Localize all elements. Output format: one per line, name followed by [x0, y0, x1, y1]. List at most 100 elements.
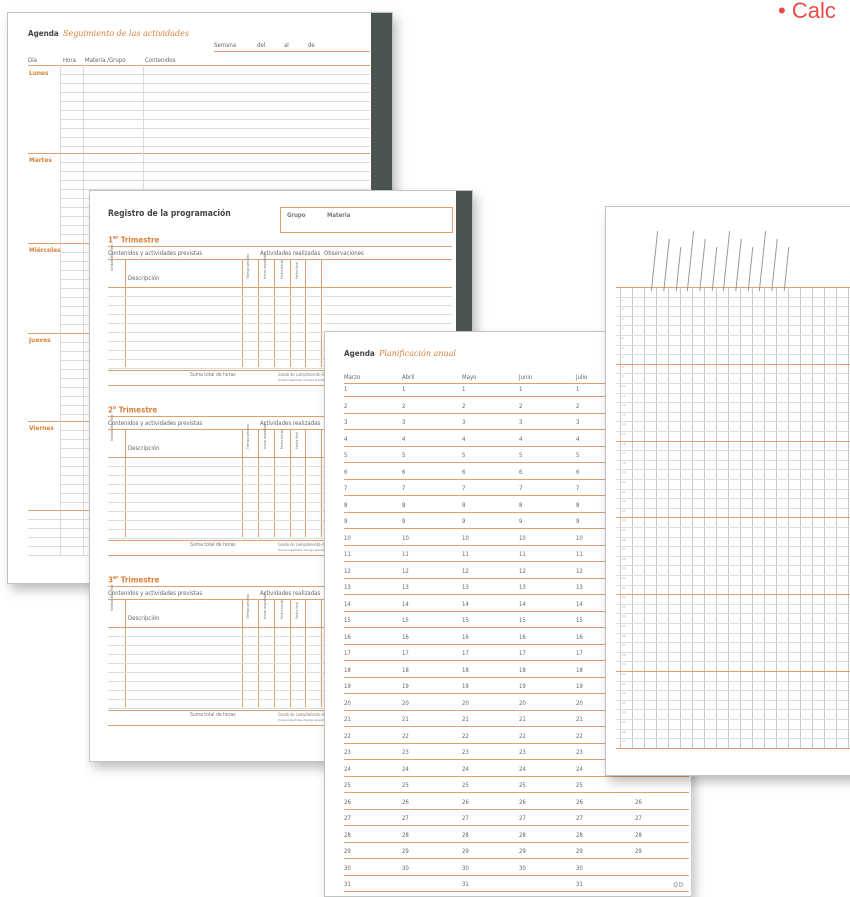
rule-line [616, 690, 850, 692]
col-dia: Día [28, 57, 37, 64]
rule-line [699, 239, 706, 291]
tiempo-label: Tiempo previsto [246, 423, 250, 449]
day-cell: 17 [344, 650, 351, 657]
rule-line [616, 421, 850, 423]
rule-line [616, 431, 850, 432]
rule-line [616, 575, 850, 576]
head-actividades: Actividades realizadas [260, 250, 321, 257]
rule-line [735, 239, 742, 291]
row-number: 12 [622, 403, 626, 408]
day-cell: 15 [576, 617, 583, 624]
row-number: 15 [622, 432, 626, 436]
day-cell: 24 [402, 765, 409, 773]
day-cell: 2 [519, 402, 523, 410]
day-cell: 2 [402, 402, 406, 410]
day-viernes: Viernes [29, 424, 54, 432]
rule-line [616, 479, 850, 480]
fecha-final-label: Fecha final [295, 602, 299, 619]
day-cell: 1 [462, 386, 466, 393]
row-number: 38 [622, 652, 626, 657]
day-cell: 11 [344, 551, 351, 558]
rule-line [616, 344, 850, 346]
row-number: 7 [622, 355, 624, 360]
day-cell: 28 [519, 831, 526, 839]
rule-line [616, 584, 850, 586]
row-number: 39 [622, 662, 626, 667]
rule-line [616, 498, 850, 500]
rule-line [616, 594, 850, 596]
rule-line [60, 119, 370, 120]
day-cell: 10 [344, 534, 351, 542]
col-hora: Hora [63, 57, 76, 64]
rule-line [616, 440, 850, 442]
day-cell: 10 [519, 534, 526, 542]
rule-line [616, 459, 850, 461]
rule-line [616, 354, 850, 356]
day-cell: 21 [344, 716, 351, 723]
month-abril: Abril [402, 374, 415, 381]
week-del-label: del [257, 42, 266, 49]
day-cell: 14 [402, 600, 409, 608]
day-cell: 24 [576, 765, 583, 773]
day-cell: 20 [519, 699, 526, 707]
day-cell: 14 [462, 600, 469, 608]
rule-line [108, 296, 452, 297]
rule-line [616, 613, 850, 615]
fecha-inicio-label: Fecha inicial [280, 429, 284, 449]
row-number: 3 [622, 316, 624, 321]
grupo-label: Grupo [287, 212, 306, 219]
grado-sub-label: (horas impartidas / tiempo previsto) [278, 718, 327, 722]
day-cell: 5 [344, 452, 348, 459]
day-cell: 13 [402, 584, 409, 591]
descripcion-label: Descripción [128, 445, 160, 452]
day-cell: 18 [462, 666, 469, 674]
rule-line [344, 792, 689, 793]
materia-label: Materia [327, 212, 351, 219]
day-cell: 9 [462, 518, 466, 525]
day-cell: 6 [519, 468, 523, 476]
plan-title: Agenda [344, 349, 375, 358]
day-cell: 28 [576, 831, 583, 839]
rule-line [616, 728, 850, 730]
day-cell: 15 [344, 617, 351, 624]
day-cell: 21 [519, 716, 526, 723]
rule-line [616, 661, 850, 663]
day-lunes: Lunes [29, 69, 49, 77]
day-cell: 22 [462, 732, 469, 740]
row-number: 32 [622, 595, 626, 600]
head-observaciones: Observaciones [324, 250, 364, 257]
day-cell: 26 [635, 798, 642, 806]
day-cell: 30 [462, 864, 469, 872]
descripcion-label: Descripción [128, 615, 160, 622]
day-cell: 13 [462, 584, 469, 591]
rule-line [616, 747, 850, 749]
row-number: 16 [622, 441, 626, 446]
day-cell: 10 [402, 534, 409, 542]
rule-line [616, 383, 850, 384]
day-cell: 28 [402, 831, 409, 839]
day-cell: 28 [635, 831, 642, 839]
day-cell: 5 [576, 452, 580, 459]
horas-label: Horas impartidas [263, 591, 267, 619]
day-cell: 2 [462, 402, 466, 410]
row-number: 14 [622, 422, 626, 427]
trimestre-title: 3er Trimestre [108, 575, 160, 585]
rule-line [616, 450, 850, 452]
day-cell: 3 [462, 419, 466, 426]
day-cell: 27 [519, 815, 526, 822]
row-number: 21 [622, 489, 626, 494]
rule-line [60, 92, 370, 93]
rule-line [60, 171, 370, 172]
day-cell: 27 [344, 815, 351, 822]
day-cell: 16 [344, 633, 351, 641]
rule-line [616, 623, 850, 624]
day-cell: 21 [402, 716, 409, 723]
day-cell: 27 [576, 815, 583, 822]
day-cell: 12 [519, 567, 526, 575]
rule-line [60, 137, 370, 138]
week-al-label: al [284, 42, 289, 49]
month-marzo: Marzo [344, 374, 361, 381]
day-cell: 7 [344, 485, 348, 492]
day-cell: 7 [576, 485, 580, 492]
rule-line [616, 363, 850, 365]
